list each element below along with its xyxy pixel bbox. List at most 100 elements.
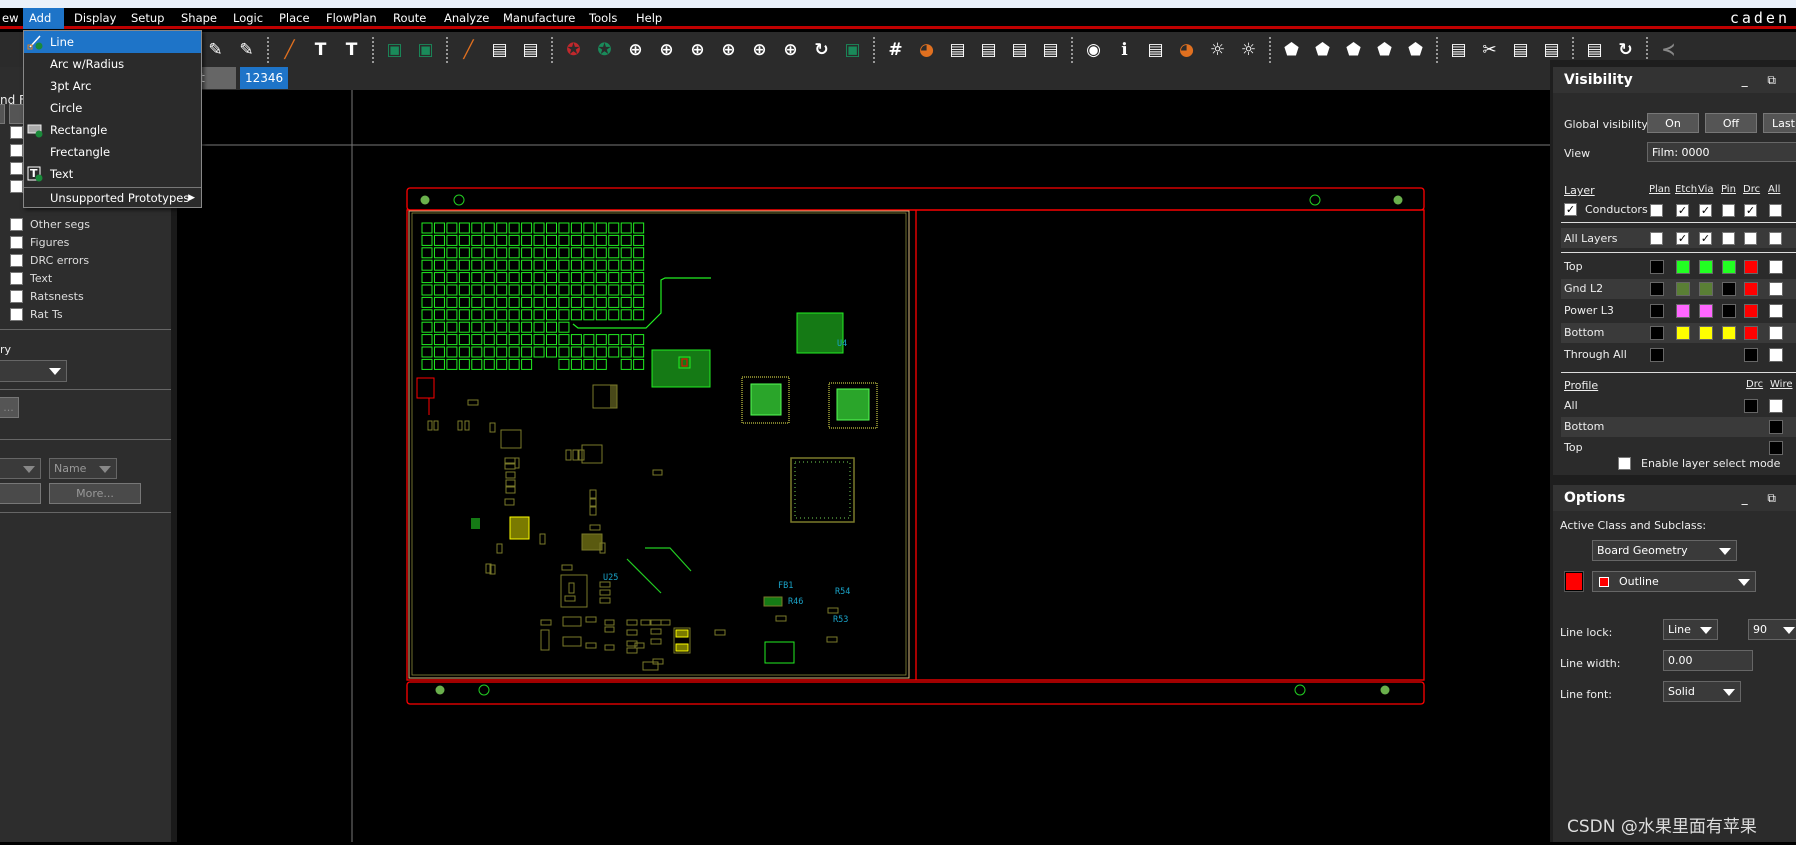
profile-bottom-wire-swatch[interactable] xyxy=(1769,420,1783,434)
menu-logic[interactable]: Logic xyxy=(227,8,269,29)
menu-item-3pt-arc[interactable]: 3pt Arc xyxy=(24,75,201,97)
layer-power-l3-drc-swatch[interactable] xyxy=(1744,304,1758,318)
layer-through-all-plan-swatch[interactable] xyxy=(1650,348,1664,362)
checkbox[interactable] xyxy=(10,307,23,321)
dehighlight-icon[interactable]: ☼ xyxy=(1236,37,1262,63)
menu-analyze[interactable]: Analyze xyxy=(438,8,495,29)
place-component-icon[interactable]: ▣ xyxy=(382,37,408,63)
conductors-checkbox[interactable]: ✓ xyxy=(1564,203,1577,216)
visibility-on-button[interactable]: On xyxy=(1647,113,1699,133)
layer-top-all-swatch[interactable] xyxy=(1769,260,1783,274)
visibility-eye-icon[interactable]: ◉ xyxy=(1081,37,1107,63)
checkbox[interactable] xyxy=(1618,457,1631,470)
layer-bottom-plan-swatch[interactable] xyxy=(1650,326,1664,340)
panel-button[interactable] xyxy=(9,104,24,124)
shadow-icon[interactable]: ▤ xyxy=(945,37,971,63)
layer-power-l3-plan-swatch[interactable] xyxy=(1650,304,1664,318)
conductors-plan-checkbox[interactable] xyxy=(1650,204,1663,217)
find-item-rat-ts[interactable]: Rat Ts xyxy=(10,306,63,322)
column-header-etch[interactable]: Etch xyxy=(1675,184,1697,195)
settings-report-icon[interactable]: ▤ xyxy=(1038,37,1064,63)
layer-gnd-l2-plan-swatch[interactable] xyxy=(1650,282,1664,296)
column-header-drc[interactable]: Drc xyxy=(1743,184,1760,195)
layer-top-pin-swatch[interactable] xyxy=(1722,260,1736,274)
layer-sets-icon[interactable]: ▤ xyxy=(976,37,1002,63)
column-header-via[interactable]: Via xyxy=(1698,184,1714,195)
report-icon[interactable]: ▤ xyxy=(1007,37,1033,63)
find-item-ratsnests[interactable]: Ratsnests xyxy=(10,288,84,304)
menu-display[interactable]: Display xyxy=(68,8,122,29)
unpin-icon[interactable]: ✎ xyxy=(234,37,260,63)
swap-icon[interactable]: ▤ xyxy=(518,37,544,63)
menu-item-text[interactable]: T Text xyxy=(24,163,201,185)
find-item-other-segs[interactable]: Other segs xyxy=(10,216,90,232)
checkbox[interactable] xyxy=(10,235,23,249)
subclass-dropdown[interactable]: Outline xyxy=(1592,571,1756,592)
query-dropdown[interactable] xyxy=(0,360,67,382)
panel-controls-icon[interactable]: _ ⧉ xyxy=(1742,67,1784,93)
visibility-last-button[interactable]: Last xyxy=(1763,113,1796,133)
add-line-icon[interactable]: ╱ xyxy=(277,37,303,63)
layer-bottom-via-swatch[interactable] xyxy=(1699,326,1713,340)
menu-add[interactable]: Add xyxy=(23,8,64,29)
connect-icon[interactable]: ╱ xyxy=(456,37,482,63)
layer-top-drc-swatch[interactable] xyxy=(1744,260,1758,274)
color-icon[interactable]: ◕ xyxy=(914,37,940,63)
layer-power-l3-via-swatch[interactable] xyxy=(1699,304,1713,318)
ratsnest-red-icon[interactable]: ✪ xyxy=(561,37,587,63)
grid-icon[interactable]: # xyxy=(883,37,909,63)
zoom-points-icon[interactable]: ⊕ xyxy=(654,37,680,63)
menu-shape[interactable]: Shape xyxy=(175,8,223,29)
menu-manufacture[interactable]: Manufacture xyxy=(497,8,581,29)
zoom-fit-icon[interactable]: ⊕ xyxy=(623,37,649,63)
menu-route[interactable]: Route xyxy=(387,8,432,29)
share-icon[interactable]: ≺ xyxy=(1656,37,1682,63)
checkbox[interactable] xyxy=(10,289,23,303)
menu-item-frectangle[interactable]: Frectangle xyxy=(24,141,201,163)
menu-item-rectangle[interactable]: Rectangle xyxy=(24,119,201,141)
zoom-previous-icon[interactable]: ⊕ xyxy=(747,37,773,63)
zoom-in-icon[interactable]: ⊕ xyxy=(685,37,711,63)
all-layers-drc-checkbox[interactable] xyxy=(1744,232,1757,245)
column-header-pin[interactable]: Pin xyxy=(1721,184,1736,195)
menu-flowplan[interactable]: FlowPlan xyxy=(320,8,383,29)
name-dropdown[interactable]: Name xyxy=(49,458,117,479)
column-header-all[interactable]: All xyxy=(1768,184,1780,195)
profile-column-drc[interactable]: Drc xyxy=(1746,379,1763,390)
enable-layer-select-toggle[interactable]: Enable layer select mode xyxy=(1618,457,1780,470)
zoom-out-icon[interactable]: ⊕ xyxy=(716,37,742,63)
layer-bottom-etch-swatch[interactable] xyxy=(1676,326,1690,340)
measure-icon[interactable]: ▤ xyxy=(1143,37,1169,63)
layer-gnd-l2-etch-swatch[interactable] xyxy=(1676,282,1690,296)
design-canvas[interactable]: FB1 R46 R54 R53 U25 U4 xyxy=(177,90,1550,842)
r2a-icon[interactable]: ▤ xyxy=(1539,37,1565,63)
layer-power-l3-pin-swatch[interactable] xyxy=(1722,304,1736,318)
camera-settings-icon[interactable]: ▤ xyxy=(1508,37,1534,63)
layer-power-l3-etch-swatch[interactable] xyxy=(1676,304,1690,318)
ratsnest-green-icon[interactable]: ✪ xyxy=(592,37,618,63)
layer-top-etch-swatch[interactable] xyxy=(1676,260,1690,274)
menu-item-unsupported-prototypes[interactable]: Unsupported Prototypes ▶ xyxy=(24,187,201,209)
all-layers-all-checkbox[interactable] xyxy=(1769,232,1782,245)
conductors-etch-checkbox[interactable]: ✓ xyxy=(1676,204,1689,217)
add-shape-circle-icon[interactable]: ⬟ xyxy=(1341,37,1367,63)
layer-gnd-l2-all-swatch[interactable] xyxy=(1769,282,1783,296)
menu-setup[interactable]: Setup xyxy=(125,8,170,29)
all-layers-plan-checkbox[interactable] xyxy=(1650,232,1663,245)
menu-item-arc-radius[interactable]: Arc w/Radius xyxy=(24,53,201,75)
layer-power-l3-all-swatch[interactable] xyxy=(1769,304,1783,318)
zoom-center-icon[interactable]: ⊕ xyxy=(778,37,804,63)
find-checkbox[interactable] xyxy=(10,126,23,139)
angle-dropdown[interactable]: 90 xyxy=(1748,619,1796,640)
add-shape-polygon-icon[interactable]: ⬟ xyxy=(1279,37,1305,63)
pcb-drawing[interactable]: FB1 R46 R54 R53 U25 U4 xyxy=(177,90,1550,842)
menu-tools[interactable]: Tools xyxy=(583,8,623,29)
highlight-icon[interactable]: ☼ xyxy=(1205,37,1231,63)
dimension-icon[interactable]: ▤ xyxy=(1446,37,1472,63)
apply-button[interactable] xyxy=(0,483,41,504)
checkbox[interactable] xyxy=(10,271,23,285)
profile-column-wire[interactable]: Wire xyxy=(1770,379,1793,390)
line-width-input[interactable]: 0.00 xyxy=(1663,650,1753,671)
cut-icon[interactable]: ✂ xyxy=(1477,37,1503,63)
conductors-all-checkbox[interactable] xyxy=(1769,204,1782,217)
